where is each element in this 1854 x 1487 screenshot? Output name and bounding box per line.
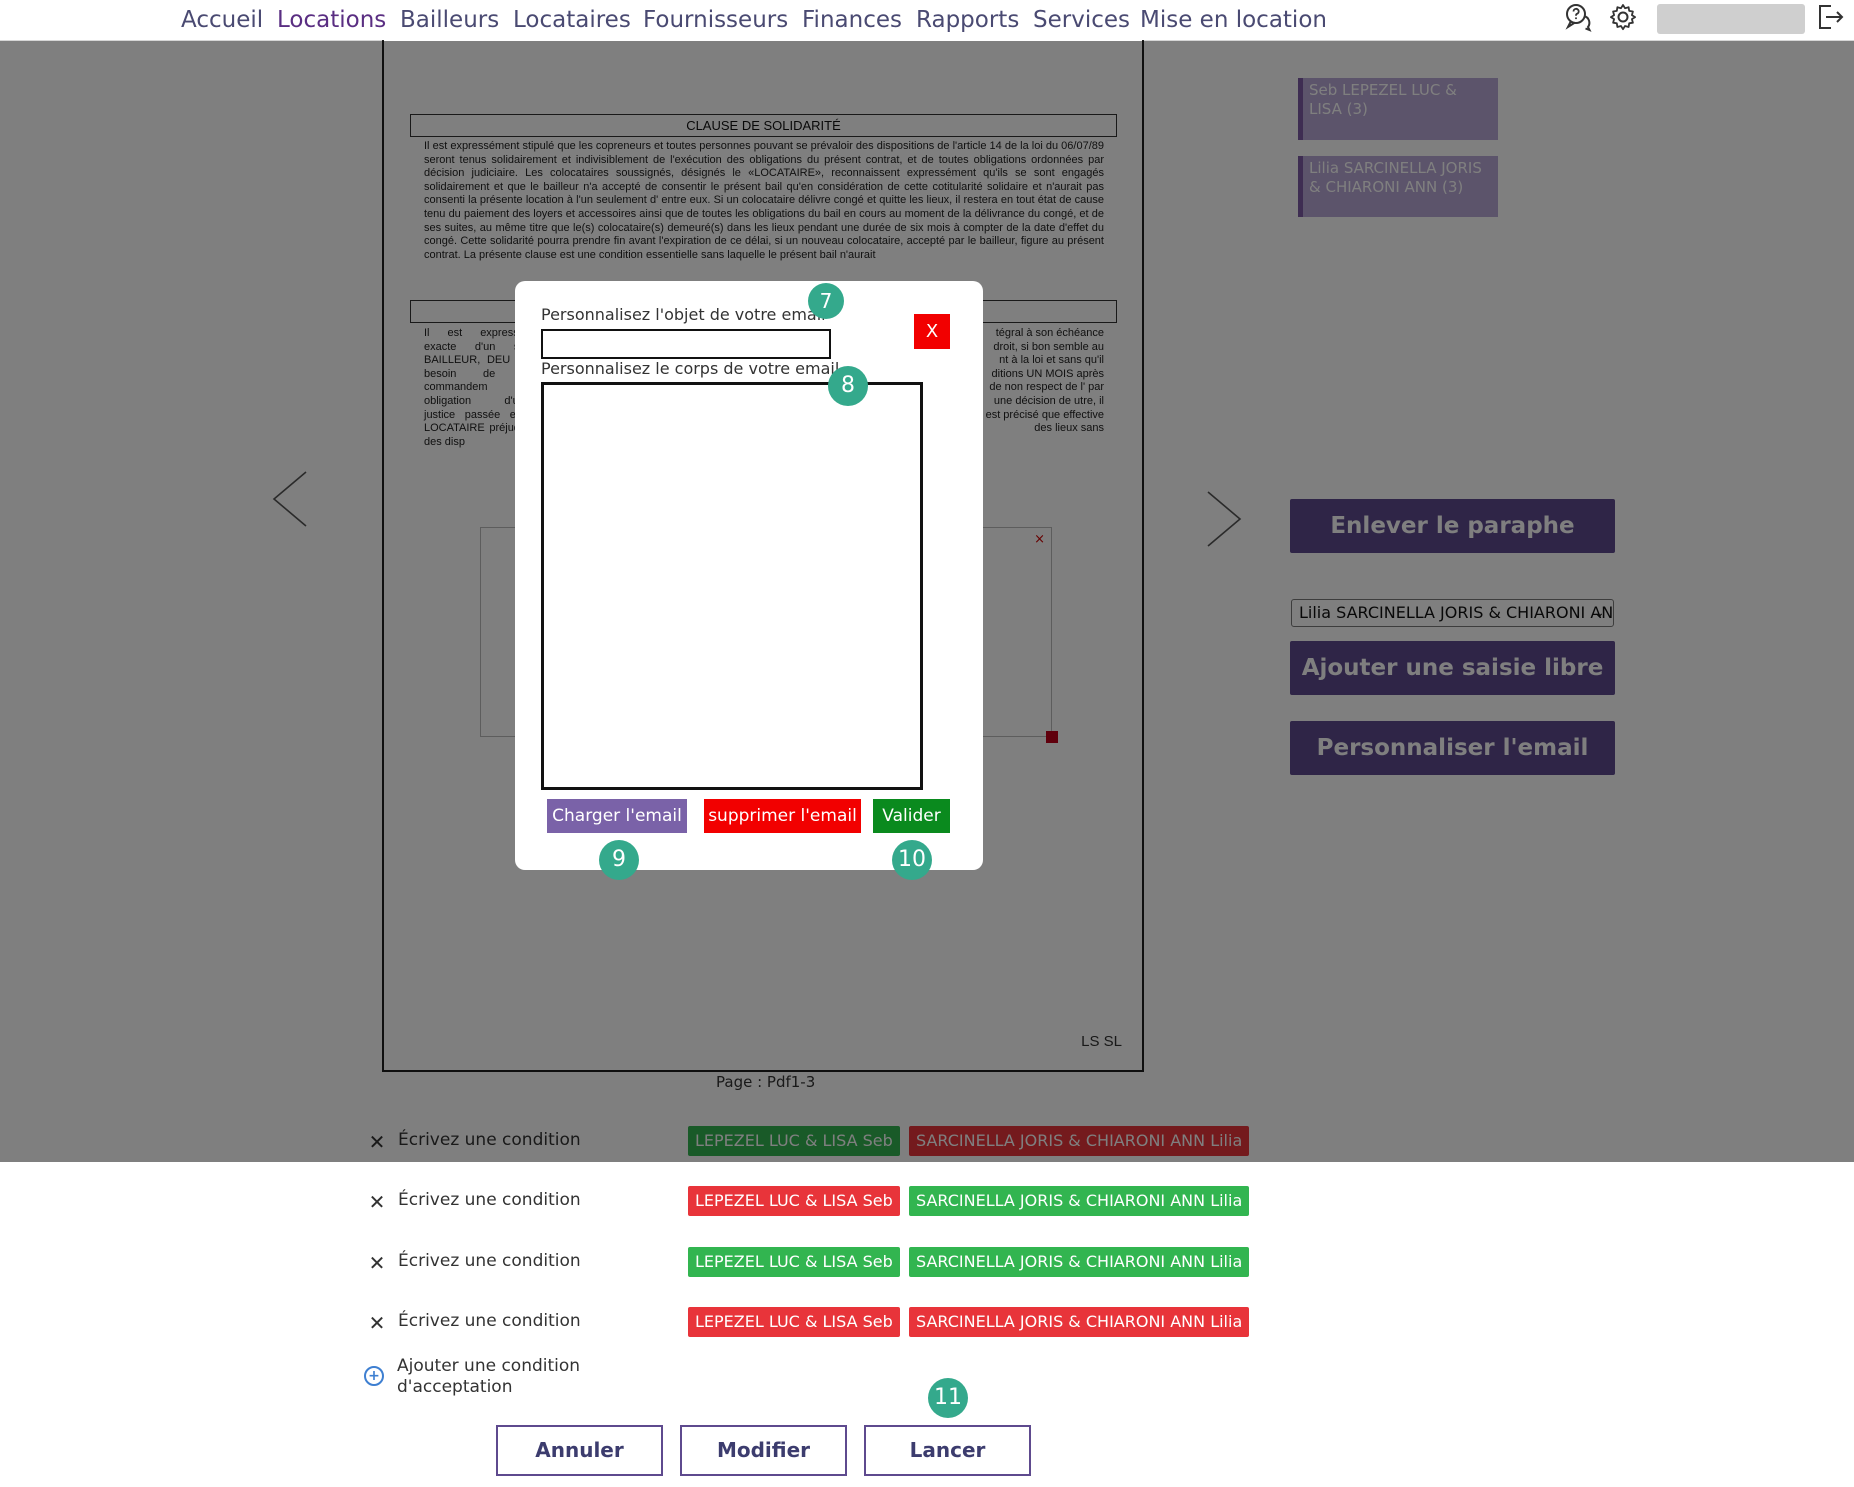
- condition-tag-sarcinella[interactable]: SARCINELLA JORIS & CHIARONI ANN Lilia: [909, 1247, 1250, 1277]
- condition-tag-sarcinella[interactable]: SARCINELLA JORIS & CHIARONI ANN Lilia: [909, 1186, 1250, 1216]
- body-label: Personnalisez le corps de votre email: [541, 359, 840, 378]
- email-body-textarea[interactable]: [541, 382, 923, 790]
- load-email-button[interactable]: Charger l'email: [547, 799, 687, 833]
- add-condition-label[interactable]: Ajouter une condition d'acceptation: [397, 1356, 617, 1398]
- condition-tag-sarcinella[interactable]: SARCINELLA JORIS & CHIARONI ANN Lilia: [909, 1307, 1250, 1337]
- step-marker-9: 9: [599, 840, 639, 880]
- email-customization-modal: Personnalisez l'objet de votre email Per…: [515, 281, 983, 870]
- nav-item-accueil[interactable]: Accueil: [181, 7, 263, 33]
- nav-item-bailleurs[interactable]: Bailleurs: [400, 7, 499, 33]
- condition-tag-lepezel[interactable]: LEPEZEL LUC & LISA Seb: [688, 1186, 900, 1216]
- email-subject-input[interactable]: [541, 329, 831, 359]
- cancel-button[interactable]: Annuler: [496, 1425, 663, 1476]
- step-marker-10: 10: [892, 840, 932, 880]
- user-account-placeholder[interactable]: [1657, 4, 1805, 34]
- remove-condition-icon[interactable]: ✕: [366, 1191, 388, 1213]
- top-navigation: Accueil Locations Bailleurs Locataires F…: [0, 0, 1854, 41]
- remove-condition-icon[interactable]: ✕: [366, 1312, 388, 1334]
- gear-icon[interactable]: [1608, 2, 1638, 32]
- condition-text[interactable]: Écrivez une condition: [398, 1311, 581, 1331]
- remove-condition-icon[interactable]: ✕: [366, 1252, 388, 1274]
- step-marker-8: 8: [828, 366, 868, 406]
- add-circle-icon[interactable]: +: [364, 1366, 384, 1386]
- nav-item-services[interactable]: Services: [1033, 7, 1130, 33]
- nav-item-fournisseurs[interactable]: Fournisseurs: [643, 7, 788, 33]
- close-modal-button[interactable]: X: [914, 314, 950, 349]
- nav-item-locataires[interactable]: Locataires: [513, 7, 631, 33]
- step-marker-11: 11: [928, 1378, 968, 1418]
- condition-tag-lepezel[interactable]: LEPEZEL LUC & LISA Seb: [688, 1247, 900, 1277]
- nav-item-finances[interactable]: Finances: [802, 7, 902, 33]
- nav-item-locations[interactable]: Locations: [277, 7, 386, 33]
- modify-button[interactable]: Modifier: [680, 1425, 847, 1476]
- nav-item-rapports[interactable]: Rapports: [916, 7, 1019, 33]
- launch-button[interactable]: Lancer: [864, 1425, 1031, 1476]
- validate-button[interactable]: Valider: [873, 799, 950, 833]
- chat-help-icon[interactable]: [1563, 2, 1593, 32]
- condition-tag-lepezel[interactable]: LEPEZEL LUC & LISA Seb: [688, 1307, 900, 1337]
- condition-text[interactable]: Écrivez une condition: [398, 1190, 581, 1210]
- condition-text[interactable]: Écrivez une condition: [398, 1251, 581, 1271]
- subject-label: Personnalisez l'objet de votre email: [541, 305, 826, 324]
- step-marker-7: 7: [808, 283, 844, 319]
- logout-icon[interactable]: [1815, 2, 1845, 32]
- nav-item-mise-en-location[interactable]: Mise en location: [1140, 7, 1327, 33]
- delete-email-button[interactable]: supprimer l'email: [704, 799, 861, 833]
